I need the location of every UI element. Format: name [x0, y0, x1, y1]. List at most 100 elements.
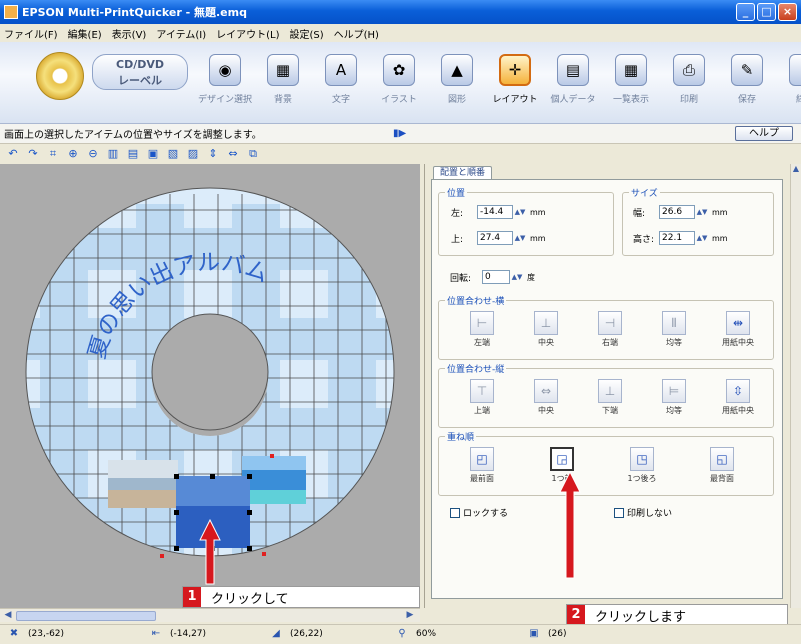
alignH-button[interactable]: ⊢ 左端: [459, 311, 505, 348]
tool-label: 保存: [737, 95, 756, 105]
top-unit: mm: [530, 233, 546, 243]
alignH-label: 左端: [474, 338, 490, 347]
alignV-button[interactable]: ⇔ 中央: [523, 379, 569, 416]
alignH-button[interactable]: ⊣ 右端: [587, 311, 633, 348]
zoom-icon: ⚲: [398, 628, 406, 639]
menu-help[interactable]: ヘルプ(H): [334, 26, 379, 41]
edit-tool-icon[interactable]: ⧉: [246, 147, 260, 161]
alignV-icon: ⇳: [726, 379, 750, 403]
height-input[interactable]: 22.1: [659, 231, 695, 245]
product-line2: レーベル: [118, 74, 162, 87]
tool-illustration[interactable]: ✿ イラスト: [370, 48, 428, 120]
status-cursor: (23,-62): [28, 629, 65, 639]
height-spinner-icon[interactable]: ▲▼: [696, 231, 708, 245]
top-input[interactable]: 27.4: [477, 231, 513, 245]
alignH-icon: ⊣: [598, 311, 622, 335]
edit-tool-icon[interactable]: ⊕: [66, 147, 80, 161]
alignV-label: 中央: [538, 406, 554, 415]
horizontal-scrollbar[interactable]: ◀ ▶: [0, 608, 420, 622]
rotation-spinner-icon[interactable]: ▲▼: [511, 270, 523, 284]
scroll-left-icon[interactable]: ◀: [2, 610, 14, 622]
status-zoom: 60%: [416, 629, 437, 639]
edit-tool-icon[interactable]: ▥: [106, 147, 120, 161]
tool-label: 一覧表示: [612, 95, 649, 105]
edit-tool-icon[interactable]: ⇔: [226, 147, 240, 161]
lock-checkbox-box[interactable]: [450, 507, 460, 518]
play-icon[interactable]: ▮▶: [393, 128, 406, 139]
edit-tool-icon[interactable]: ↶: [6, 147, 20, 161]
rotation-input[interactable]: 0: [482, 270, 510, 284]
left-spinner-icon[interactable]: ▲▼: [514, 205, 526, 219]
edit-toolbar: ↶ ↷ ⌗ ⊕ ⊖ ▥ ▤ ▣ ▧ ▨ ⇕ ⇔ ⧉: [0, 144, 801, 164]
orderBtns-button[interactable]: ◱ 最背面: [699, 447, 745, 484]
help-button[interactable]: ヘルプ: [735, 126, 793, 141]
alignH-button[interactable]: ⫴ 均等: [651, 311, 697, 348]
layout-canvas[interactable]: 夏の思い出アルバム: [0, 164, 420, 608]
width-label: 幅:: [633, 208, 646, 219]
menu-view[interactable]: 表示(V): [112, 26, 147, 41]
tool-text[interactable]: A 文字: [312, 48, 370, 120]
edit-tool-icon[interactable]: ▤: [126, 147, 140, 161]
tool-label: 文字: [331, 95, 350, 105]
print-icon: ⎙: [673, 54, 705, 86]
menu-layout[interactable]: レイアウト(L): [216, 26, 279, 41]
tool-design-select[interactable]: ◉ デザイン選択: [196, 48, 254, 120]
tool-label: イラスト: [381, 95, 417, 105]
orderBtns-button[interactable]: ◰ 最前面: [459, 447, 505, 484]
size-group: サイズ 幅: 26.6 ▲▼ mm 高さ: 22.1 ▲▼ mm: [622, 186, 774, 256]
close-button[interactable]: ×: [778, 3, 797, 21]
menu-item[interactable]: アイテム(I): [156, 26, 206, 41]
maximize-button[interactable]: □: [757, 3, 776, 21]
background-icon: ▦: [267, 54, 299, 86]
cd-logo-icon: [36, 52, 84, 100]
menu-edit[interactable]: 編集(E): [68, 26, 102, 41]
alignH-label: 右端: [602, 338, 618, 347]
alignV-button[interactable]: ⊥ 下端: [587, 379, 633, 416]
width-spinner-icon[interactable]: ▲▼: [696, 205, 708, 219]
alignH-button[interactable]: ⊥ 中央: [523, 311, 569, 348]
alignV-label: 用紙中央: [722, 406, 754, 415]
menu-file[interactable]: ファイル(F): [4, 26, 58, 41]
vertical-scrollbar[interactable]: ▲: [790, 164, 801, 608]
scroll-thumb[interactable]: [16, 611, 156, 621]
menu-settings[interactable]: 設定(S): [289, 26, 323, 41]
alignH-button[interactable]: ⇹ 用紙中央: [715, 311, 761, 348]
edit-tool-icon[interactable]: ↷: [26, 147, 40, 161]
edit-tool-icon[interactable]: ⌗: [46, 147, 60, 161]
tool-save[interactable]: ✎ 保存: [718, 48, 776, 120]
width-input[interactable]: 26.6: [659, 205, 695, 219]
tool-background[interactable]: ▦ 背景: [254, 48, 312, 120]
edit-tool-icon[interactable]: ⊖: [86, 147, 100, 161]
left-input[interactable]: -14.4: [477, 205, 513, 219]
edit-tool-icon[interactable]: ▧: [166, 147, 180, 161]
tool-shape[interactable]: ▲ 図形: [428, 48, 486, 120]
illustration-icon: ✿: [383, 54, 415, 86]
noprint-checkbox[interactable]: 印刷しない: [614, 506, 672, 519]
alignH-label: 用紙中央: [722, 338, 754, 347]
scroll-up-icon[interactable]: ▲: [791, 164, 801, 173]
noprint-checkbox-box[interactable]: [614, 507, 624, 518]
minimize-button[interactable]: _: [736, 3, 755, 21]
width-unit: mm: [712, 207, 728, 217]
top-spinner-icon[interactable]: ▲▼: [514, 231, 526, 245]
tool-label: 図形: [447, 95, 466, 105]
tool-list-view[interactable]: ▦ 一覧表示: [602, 48, 660, 120]
scroll-right-icon[interactable]: ▶: [404, 610, 416, 622]
orderBtns-button[interactable]: ◳ 1つ後ろ: [619, 447, 665, 484]
tab-arrange[interactable]: 配置と順番: [433, 166, 493, 180]
alignV-icon: ⊤: [470, 379, 494, 403]
alignV-button[interactable]: ⊤ 上端: [459, 379, 505, 416]
edit-tool-icon[interactable]: ▨: [186, 147, 200, 161]
alignV-button[interactable]: ⇳ 用紙中央: [715, 379, 761, 416]
alignV-label: 均等: [666, 406, 682, 415]
tool-exit[interactable]: ▮ 終了: [776, 48, 801, 120]
edit-tool-icon[interactable]: ▣: [146, 147, 160, 161]
window-title: EPSON Multi-PrintQuicker - 無題.emq: [22, 6, 247, 19]
alignV-button[interactable]: ⊨ 均等: [651, 379, 697, 416]
tool-print[interactable]: ⎙ 印刷: [660, 48, 718, 120]
edit-tool-icon[interactable]: ⇕: [206, 147, 220, 161]
lock-checkbox[interactable]: ロックする: [450, 506, 508, 519]
tool-personal-data[interactable]: ▤ 個人データ: [544, 48, 602, 120]
tool-layout[interactable]: ✛ レイアウト: [486, 48, 544, 120]
title-bar: EPSON Multi-PrintQuicker - 無題.emq _ □ ×: [0, 0, 801, 24]
